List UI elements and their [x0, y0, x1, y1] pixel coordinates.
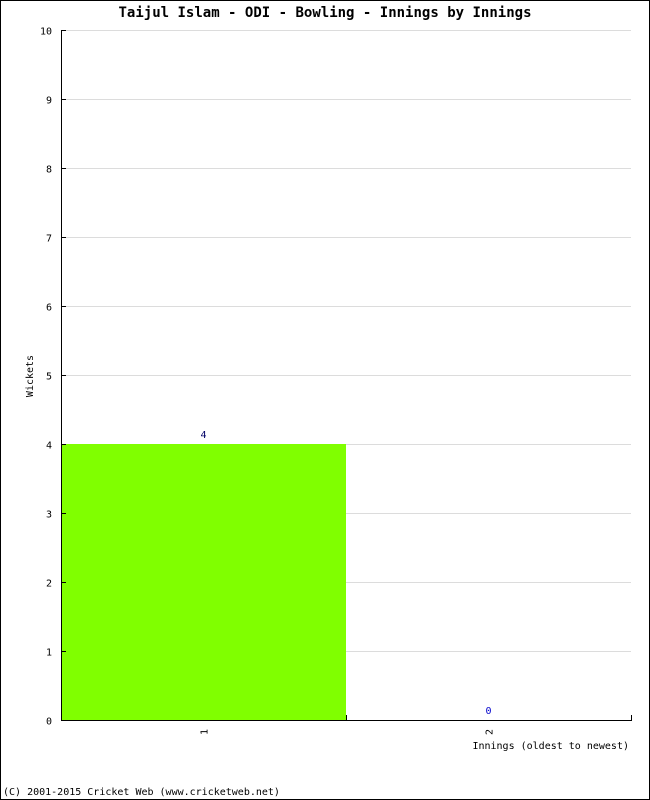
chart-title: Taijul Islam - ODI - Bowling - Innings b… [118, 5, 531, 21]
y-tick-label: 9 [46, 96, 52, 107]
bar [61, 444, 346, 720]
data-label: 0 [485, 706, 491, 717]
copyright-footer: (C) 2001-2015 Cricket Web (www.cricketwe… [3, 787, 280, 798]
data-label: 4 [200, 430, 206, 441]
bar-chart: Taijul Islam - ODI - Bowling - Innings b… [3, 5, 632, 798]
y-tick-label: 5 [46, 372, 52, 383]
y-tick-label: 2 [46, 579, 52, 590]
y-tick-label: 4 [46, 441, 52, 452]
y-tick-label: 8 [46, 165, 52, 176]
x-tick-labels: 12 [200, 729, 496, 735]
y-axis-label: Wickets [25, 355, 36, 397]
x-tick-label: 2 [485, 729, 496, 735]
y-tick-label: 1 [46, 648, 52, 659]
y-tick-label: 0 [46, 717, 52, 728]
y-tick-label: 7 [46, 234, 52, 245]
y-tick-label: 3 [46, 510, 52, 521]
y-tick-label: 6 [46, 303, 52, 314]
bars [61, 444, 346, 720]
x-tick-label: 1 [200, 729, 211, 735]
x-axis-label: Innings (oldest to newest) [472, 741, 629, 752]
y-tick-labels: 0 1 2 3 4 5 6 7 8 9 10 [40, 27, 52, 728]
y-tick-label: 10 [40, 27, 52, 38]
